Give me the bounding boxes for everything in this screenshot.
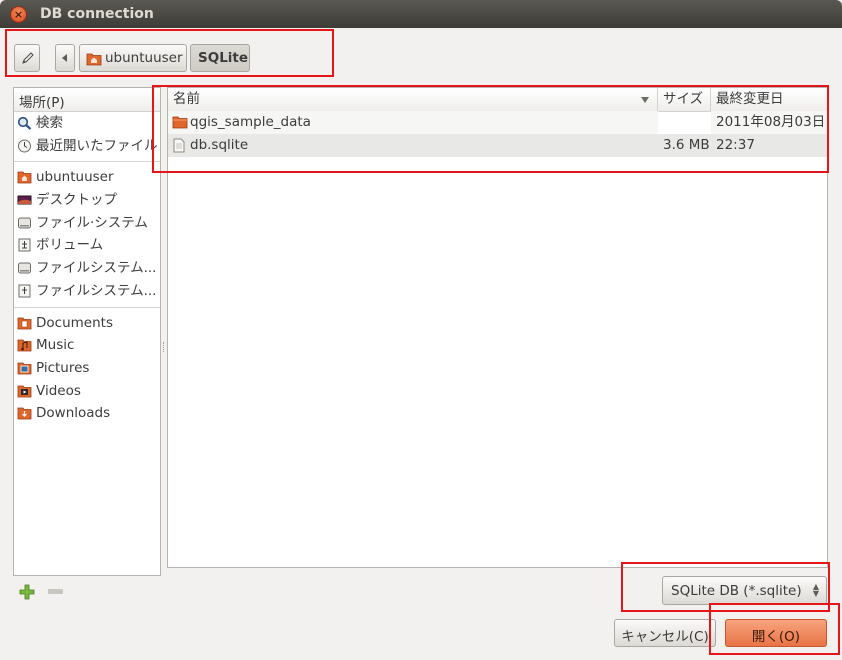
pictures-folder-icon (17, 362, 32, 375)
places-sidebar: 場所(P) 検索 最近開いたファイル ubuntuuser デスクトップ ファイ… (13, 87, 161, 576)
chevron-left-icon (62, 54, 67, 62)
cancel-button[interactable]: キャンセル(C) (614, 619, 716, 647)
sidebar-divider (14, 157, 160, 163)
pane-splitter-handle[interactable] (163, 342, 165, 352)
usb-drive-icon (18, 238, 31, 252)
file-size (658, 111, 711, 134)
path-segment-sqlite[interactable]: SQLite (190, 44, 250, 72)
table-row[interactable]: qgis_sample_data 2011年08月03日 (168, 111, 827, 134)
column-header-label: サイズ (663, 91, 704, 107)
sidebar-divider (14, 303, 160, 308)
sidebar-item-downloads[interactable]: Downloads (14, 402, 160, 425)
recent-icon (18, 139, 31, 153)
path-back-button[interactable] (55, 44, 75, 72)
search-icon (17, 116, 32, 130)
folder-icon (172, 116, 188, 129)
spinner-arrows-icon: ▲ ▼ (812, 582, 819, 598)
file-modified: 2011年08月03日 (711, 111, 827, 134)
open-button[interactable]: 開く(O) (725, 619, 827, 647)
column-header-label: 最終変更日 (716, 91, 784, 107)
home-folder-icon (86, 53, 102, 66)
window-title: DB connection (40, 6, 154, 22)
column-header-size[interactable]: サイズ (658, 88, 711, 112)
file-list: 名前 サイズ 最終変更日 qgis_sample_data 2011年08月03… (167, 87, 828, 568)
open-button-label: 開く(O) (751, 629, 801, 645)
sort-descending-icon (641, 97, 649, 103)
file-name-cell: qgis_sample_data (168, 111, 658, 134)
close-icon[interactable]: × (10, 6, 27, 23)
remove-bookmark-icon[interactable] (48, 589, 63, 594)
table-row[interactable]: db.sqlite 3.6 MB 22:37 (168, 134, 827, 157)
sidebar-item-label: Pictures (36, 359, 90, 376)
desktop-icon (17, 195, 32, 205)
file-name-cell: db.sqlite (168, 134, 658, 157)
sidebar-item-desktop[interactable]: デスクトップ (14, 189, 160, 212)
music-folder-icon (17, 339, 32, 352)
file-name: qgis_sample_data (190, 114, 311, 130)
cancel-button-label: キャンセル(C) (621, 629, 709, 645)
file-icon (173, 138, 185, 153)
drive-icon (18, 262, 31, 274)
sidebar-item-filesystem-2[interactable]: ファイルシステム... (14, 257, 160, 280)
sidebar-item-label: 最近開いたファイル (36, 137, 158, 154)
sidebar-item-label: ボリューム (36, 237, 104, 254)
file-type-filter-select[interactable]: SQLite DB (*.sqlite) ▲ ▼ (662, 576, 827, 605)
column-header-modified[interactable]: 最終変更日 (711, 88, 827, 112)
sidebar-item-documents[interactable]: Documents (14, 312, 160, 335)
path-segment-label: ubuntuuser (105, 50, 183, 66)
sidebar-item-search[interactable]: 検索 (14, 112, 160, 135)
videos-folder-icon (17, 385, 32, 397)
sidebar-item-music[interactable]: Music (14, 334, 160, 357)
sidebar-item-label: ファイル·システム (36, 214, 148, 231)
sidebar-item-label: Music (36, 337, 75, 354)
column-header-label: 名前 (173, 91, 200, 107)
sidebar-item-recent[interactable]: 最近開いたファイル (14, 135, 160, 158)
home-folder-icon (17, 171, 32, 184)
sidebar-item-filesystem[interactable]: ファイル·システム (14, 212, 160, 235)
sidebar-item-label: ファイルシステム... (36, 282, 157, 299)
sidebar-item-pictures[interactable]: Pictures (14, 357, 160, 380)
sidebar-item-label: Videos (36, 382, 81, 399)
pencil-icon (22, 52, 34, 64)
sidebar-item-label: Downloads (36, 405, 111, 422)
title-bar: × DB connection (0, 0, 842, 28)
sidebar-item-volume[interactable]: ボリューム (14, 234, 160, 257)
places-header[interactable]: 場所(P) (14, 88, 160, 112)
sidebar-item-label: ubuntuuser (36, 169, 114, 186)
path-segment-home[interactable]: ubuntuuser (79, 44, 187, 72)
drive-icon (18, 284, 31, 298)
sidebar-item-label: 検索 (36, 115, 63, 131)
sidebar-item-label: デスクトップ (36, 192, 117, 209)
file-name: db.sqlite (190, 137, 249, 153)
file-modified: 22:37 (716, 137, 755, 153)
file-size: 3.6 MB (663, 137, 710, 153)
sidebar-item-home[interactable]: ubuntuuser (14, 166, 160, 189)
sidebar-item-label: Documents (36, 314, 113, 331)
documents-folder-icon (17, 317, 32, 329)
column-header-name[interactable]: 名前 (168, 88, 658, 112)
add-bookmark-icon[interactable] (19, 584, 35, 600)
downloads-folder-icon (17, 407, 32, 420)
drive-icon (18, 217, 31, 229)
type-location-button[interactable] (14, 44, 40, 72)
filter-selected-label: SQLite DB (*.sqlite) (671, 583, 802, 599)
sidebar-item-filesystem-3[interactable]: ファイルシステム... (14, 280, 160, 303)
sidebar-item-label: ファイルシステム... (36, 260, 157, 277)
path-segment-label: SQLite (198, 50, 249, 66)
sidebar-item-videos[interactable]: Videos (14, 380, 160, 403)
